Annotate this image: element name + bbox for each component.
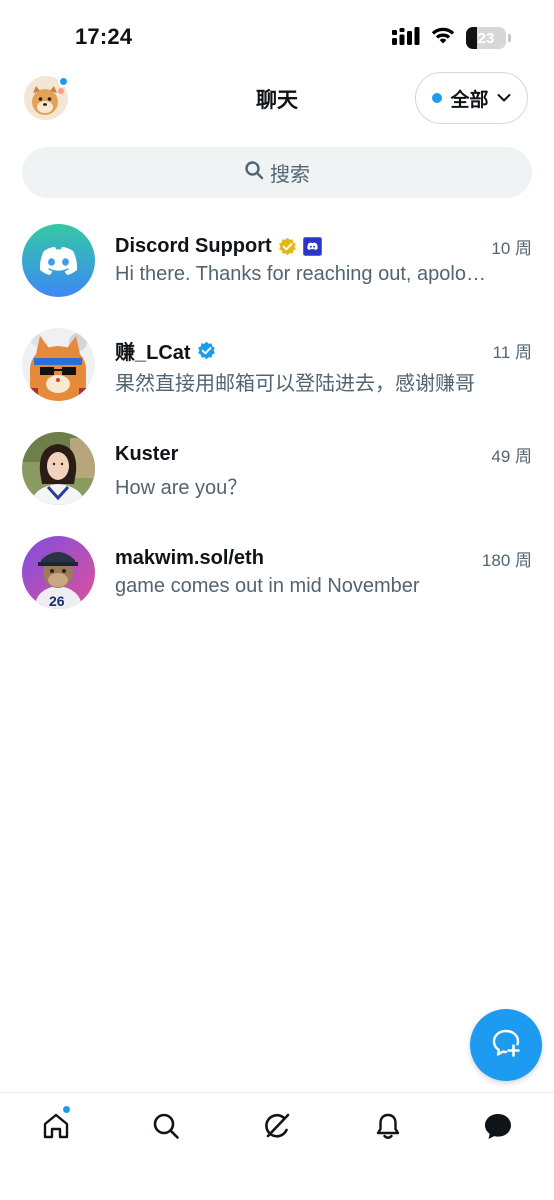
conversation-time: 49 周 xyxy=(491,446,532,466)
new-message-button[interactable] xyxy=(470,1009,542,1081)
conversation-preview: game comes out in mid November xyxy=(115,575,420,597)
conversation-item[interactable]: Discord Support 10 周 Hi there. Thanks fo… xyxy=(0,218,554,322)
home-notification-dot xyxy=(62,1105,71,1114)
home-icon[interactable] xyxy=(40,1110,72,1142)
bottom-tab-bar xyxy=(0,1092,554,1200)
conversation-name: 赚_LCat xyxy=(115,341,191,364)
avatar-lcat[interactable] xyxy=(22,328,95,401)
search-icon xyxy=(244,160,264,186)
conversation-time: 180 周 xyxy=(481,550,532,570)
filter-label: 全部 xyxy=(450,89,489,111)
battery-icon: 23 xyxy=(466,27,511,49)
conversation-preview: 果然直接用邮箱可以登陆进去，感谢赚哥 xyxy=(115,373,475,395)
notifications-icon[interactable] xyxy=(372,1110,404,1142)
search-icon[interactable] xyxy=(150,1110,182,1142)
svg-text:26: 26 xyxy=(49,593,65,609)
avatar-kuster[interactable] xyxy=(22,432,95,505)
conversation-name: makwim.sol/eth xyxy=(115,546,264,569)
avatar-discord[interactable] xyxy=(22,224,95,297)
battery-level: 23 xyxy=(477,29,495,47)
gold-verified-icon xyxy=(278,237,297,256)
conversation-time: 11 周 xyxy=(492,342,532,362)
conversation-item[interactable]: Kuster 49 周 How are you？ xyxy=(0,426,554,530)
conversation-list: Discord Support 10 周 Hi there. Thanks fo… xyxy=(0,218,554,634)
conversation-name: Kuster xyxy=(115,442,179,465)
status-icons: 23 xyxy=(392,26,511,50)
conversation-item[interactable]: 26 makwim.sol/eth 180 周 game comes out i… xyxy=(0,530,554,634)
grok-icon[interactable] xyxy=(261,1110,293,1142)
conversation-preview: Hi there. Thanks for reaching out, apolo… xyxy=(115,263,492,285)
status-bar: 17:24 23 xyxy=(0,0,554,70)
filter-dot-icon xyxy=(432,93,443,103)
chevron-down-icon xyxy=(497,87,511,109)
conversation-name: Discord Support xyxy=(115,234,272,257)
conversation-time: 10 周 xyxy=(491,238,532,258)
filter-button[interactable]: 全部 xyxy=(415,72,528,124)
status-time: 17:24 xyxy=(75,24,133,49)
messages-icon[interactable] xyxy=(482,1110,514,1142)
header: 聊天 全部 xyxy=(0,70,554,128)
blue-verified-icon xyxy=(197,341,216,360)
wifi-icon xyxy=(430,26,456,50)
avatar-makwim[interactable]: 26 xyxy=(22,536,95,609)
cellular-signal-icon xyxy=(392,26,420,50)
search-input[interactable]: 搜索 xyxy=(22,147,532,198)
new-message-icon xyxy=(490,1027,522,1064)
discord-affiliate-icon xyxy=(302,236,322,256)
search-placeholder: 搜索 xyxy=(270,164,310,186)
conversation-preview: How are you？ xyxy=(115,477,248,499)
conversation-item[interactable]: 赚_LCat 11 周 果然直接用邮箱可以登陆进去，感谢赚哥 xyxy=(0,322,554,426)
